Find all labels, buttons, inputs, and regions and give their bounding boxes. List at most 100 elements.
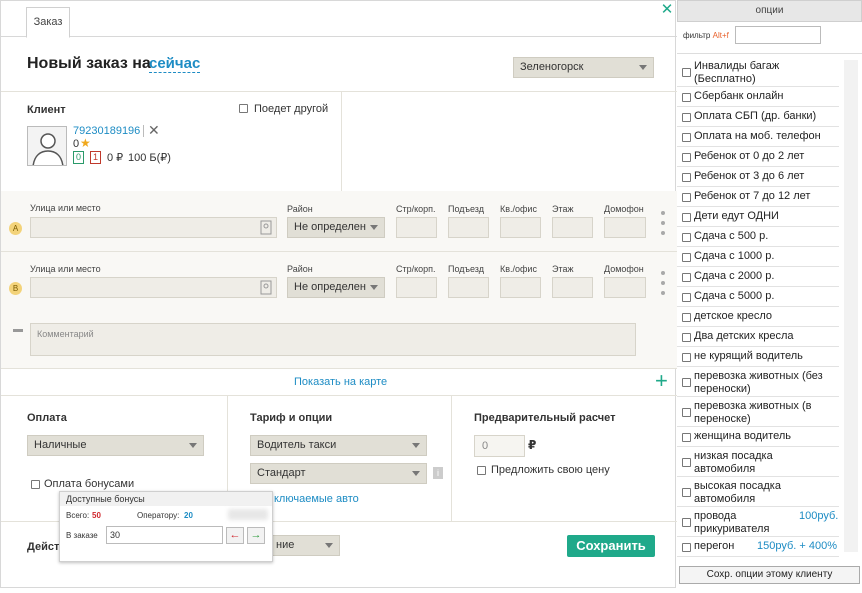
filter-input[interactable] bbox=[735, 26, 821, 44]
option-checkbox[interactable] bbox=[682, 293, 691, 302]
district-select-a[interactable]: Не определен bbox=[287, 217, 385, 238]
option-item[interactable]: низкая посадка автомобиля bbox=[677, 447, 839, 477]
apartment-input-a[interactable] bbox=[500, 217, 541, 238]
option-item[interactable]: детское кресло bbox=[677, 307, 839, 327]
intercom-input-b[interactable] bbox=[604, 277, 646, 298]
options-scrollbar[interactable] bbox=[844, 60, 858, 552]
option-item[interactable]: Два детских кресла bbox=[677, 327, 839, 347]
option-item[interactable]: провода прикуривателя 100руб. bbox=[677, 507, 839, 537]
option-item[interactable]: Дети едут ОДНИ bbox=[677, 207, 839, 227]
option-checkbox[interactable] bbox=[682, 313, 691, 322]
option-checkbox[interactable] bbox=[682, 253, 691, 262]
option-item[interactable]: Сдача с 2000 р. bbox=[677, 267, 839, 287]
page-title: Новый заказ на bbox=[27, 55, 151, 72]
entrance-input-a[interactable] bbox=[448, 217, 489, 238]
option-checkbox[interactable] bbox=[682, 408, 691, 417]
other-rides-checkbox[interactable] bbox=[239, 104, 248, 113]
more-dots-icon[interactable] bbox=[661, 211, 665, 241]
driver-select[interactable]: Водитель такси bbox=[250, 435, 427, 456]
building-label: Стр/корп. bbox=[396, 204, 436, 214]
close-icon[interactable]: ✕ bbox=[660, 2, 674, 18]
more-dots-icon[interactable] bbox=[661, 271, 665, 301]
comment-icon: ▬ bbox=[13, 324, 23, 335]
payment-select[interactable]: Наличные bbox=[27, 435, 204, 456]
option-checkbox[interactable] bbox=[682, 518, 691, 527]
option-item[interactable]: Ребенок от 7 до 12 лет bbox=[677, 187, 839, 207]
apartment-input-b[interactable] bbox=[500, 277, 541, 298]
option-checkbox[interactable] bbox=[682, 213, 691, 222]
bonus-operator-value: 20 bbox=[184, 511, 193, 520]
building-label: Стр/корп. bbox=[396, 264, 436, 274]
option-item[interactable]: Сдача с 500 р. bbox=[677, 227, 839, 247]
offer-price-checkbox[interactable] bbox=[477, 466, 486, 475]
apartment-label: Кв./офис bbox=[500, 264, 537, 274]
option-checkbox[interactable] bbox=[682, 353, 691, 362]
option-checkbox[interactable] bbox=[682, 133, 691, 142]
option-checkbox[interactable] bbox=[682, 543, 691, 552]
intercom-input-a[interactable] bbox=[604, 217, 646, 238]
option-item[interactable]: Сдача с 1000 р. bbox=[677, 247, 839, 267]
add-point-icon[interactable]: + bbox=[655, 370, 668, 392]
option-checkbox[interactable] bbox=[682, 233, 691, 242]
clear-phone-icon[interactable]: ✕ bbox=[148, 122, 160, 139]
option-item[interactable]: не курящий водитель bbox=[677, 347, 839, 367]
city-select[interactable]: Зеленогорск bbox=[513, 57, 654, 78]
save-client-options-button[interactable]: Сохр. опции этому клиенту bbox=[679, 566, 860, 584]
bonus-total-value: 50 bbox=[92, 511, 101, 520]
bonus-pay-checkbox[interactable] bbox=[31, 480, 40, 489]
option-item[interactable]: перегон 150руб. + 400% bbox=[677, 537, 839, 557]
arrow-right-button[interactable]: → bbox=[247, 527, 265, 544]
street-input-b[interactable] bbox=[30, 277, 277, 298]
option-checkbox[interactable] bbox=[682, 113, 691, 122]
option-item[interactable]: перевозка животных (без переноски) bbox=[677, 367, 839, 397]
district-select-b[interactable]: Не определен bbox=[287, 277, 385, 298]
map-pin-icon bbox=[260, 220, 272, 235]
filter-label: фильтр Alt+f bbox=[683, 31, 729, 40]
option-checkbox[interactable] bbox=[682, 173, 691, 182]
option-item[interactable]: Ребенок от 3 до 6 лет bbox=[677, 167, 839, 187]
floor-input-a[interactable] bbox=[552, 217, 593, 238]
option-checkbox[interactable] bbox=[682, 153, 691, 162]
option-checkbox[interactable] bbox=[682, 433, 691, 442]
building-input-a[interactable] bbox=[396, 217, 437, 238]
option-item[interactable]: Оплата на моб. телефон bbox=[677, 127, 839, 147]
action-select[interactable]: ние bbox=[269, 535, 340, 556]
option-item[interactable]: Оплата СБП (др. банки) bbox=[677, 107, 839, 127]
bonus-in-order-input[interactable]: 30 bbox=[106, 526, 223, 544]
entrance-input-b[interactable] bbox=[448, 277, 489, 298]
excluded-cars-link[interactable]: ключаемые авто bbox=[274, 493, 359, 505]
chevron-down-icon bbox=[370, 225, 378, 230]
option-item[interactable]: Ребенок от 0 до 2 лет bbox=[677, 147, 839, 167]
floor-input-b[interactable] bbox=[552, 277, 593, 298]
option-checkbox[interactable] bbox=[682, 93, 691, 102]
option-checkbox[interactable] bbox=[682, 333, 691, 342]
street-input-a[interactable] bbox=[30, 217, 277, 238]
option-checkbox[interactable] bbox=[682, 378, 691, 387]
option-item[interactable]: женщина водитель bbox=[677, 427, 839, 447]
option-checkbox[interactable] bbox=[682, 193, 691, 202]
info-icon[interactable]: i bbox=[433, 467, 443, 479]
blurred-value bbox=[228, 509, 268, 520]
arrow-left-button[interactable]: ← bbox=[226, 527, 244, 544]
option-checkbox[interactable] bbox=[682, 458, 691, 467]
divider bbox=[341, 91, 342, 191]
option-item[interactable]: Сдача с 5000 р. bbox=[677, 287, 839, 307]
show-map-link[interactable]: Показать на карте bbox=[294, 376, 387, 388]
option-item[interactable]: Сбербанк онлайн bbox=[677, 87, 839, 107]
option-item[interactable]: перевозка животных (в переноске) bbox=[677, 397, 839, 427]
tab-order[interactable]: Заказ bbox=[26, 7, 70, 38]
action-select-value: ние bbox=[276, 539, 295, 551]
save-button[interactable]: Сохранить bbox=[567, 535, 655, 557]
estimate-input[interactable]: 0 bbox=[474, 435, 525, 457]
order-time-link[interactable]: сейчас bbox=[149, 56, 201, 73]
avatar bbox=[27, 126, 67, 166]
option-item[interactable]: высокая посадка автомобиля bbox=[677, 477, 839, 507]
option-checkbox[interactable] bbox=[682, 488, 691, 497]
building-input-b[interactable] bbox=[396, 277, 437, 298]
option-checkbox[interactable] bbox=[682, 273, 691, 282]
option-item[interactable]: Инвалиды багаж (Бесплатно) bbox=[677, 57, 839, 87]
city-select-value: Зеленогорск bbox=[520, 61, 584, 73]
tariff-select[interactable]: Стандарт bbox=[250, 463, 427, 484]
option-checkbox[interactable] bbox=[682, 68, 691, 77]
comment-input[interactable]: Комментарий bbox=[30, 323, 636, 356]
